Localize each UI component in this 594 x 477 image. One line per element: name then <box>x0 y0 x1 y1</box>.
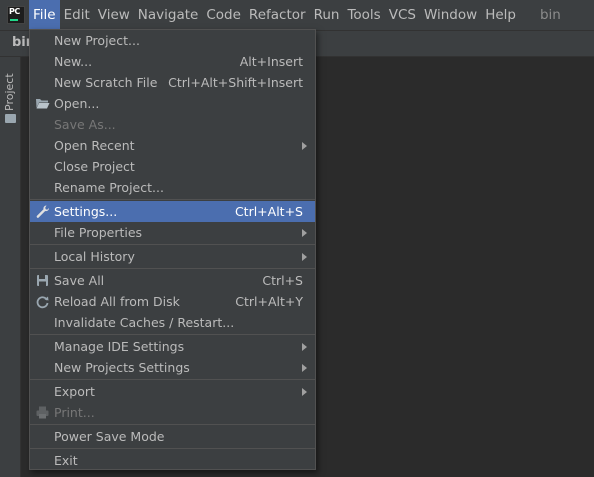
menu-item-open-recent[interactable]: Open Recent <box>30 135 315 156</box>
shortcut-label: Ctrl+Alt+Shift+Insert <box>168 75 303 90</box>
menu-item-manage-ide-settings[interactable]: Manage IDE Settings <box>30 336 315 357</box>
menu-code[interactable]: Code <box>202 0 245 30</box>
shortcut-label: Ctrl+Alt+Y <box>235 294 303 309</box>
submenu-arrow-icon <box>302 388 307 396</box>
submenu-arrow-icon <box>302 253 307 261</box>
menu-run[interactable]: Run <box>310 0 344 30</box>
submenu-arrow-icon <box>302 229 307 237</box>
menu-item-label: Open Recent <box>54 138 135 153</box>
tool-window-sidebar: Project <box>0 57 21 477</box>
menu-item-new-scratch-file[interactable]: New Scratch File Ctrl+Alt+Shift+Insert <box>30 72 315 93</box>
menu-item-label: Export <box>54 384 95 399</box>
menu-item-label: Invalidate Caches / Restart... <box>54 315 235 330</box>
menu-separator <box>30 448 315 449</box>
menu-item-label: New... <box>54 54 93 69</box>
menu-item-label: Power Save Mode <box>54 429 165 444</box>
menu-item-label: Close Project <box>54 159 135 174</box>
menu-refactor[interactable]: Refactor <box>245 0 310 30</box>
menu-item-save-as: Save As... <box>30 114 315 135</box>
menu-view[interactable]: View <box>94 0 134 30</box>
wrench-icon <box>36 205 50 218</box>
window-project-name: bin <box>539 7 561 23</box>
menu-item-rename-project[interactable]: Rename Project... <box>30 177 315 198</box>
menu-item-save-all[interactable]: Save All Ctrl+S <box>30 270 315 291</box>
menu-item-new-project[interactable]: New Project... <box>30 30 315 51</box>
menu-item-print: Print... <box>30 402 315 423</box>
menu-item-label: File Properties <box>54 225 143 240</box>
menu-navigate[interactable]: Navigate <box>134 0 203 30</box>
menu-item-label: Exit <box>54 453 78 468</box>
shortcut-label: Ctrl+S <box>262 273 303 288</box>
menu-item-reload-all[interactable]: Reload All from Disk Ctrl+Alt+Y <box>30 291 315 312</box>
menu-item-label: Open... <box>54 96 100 111</box>
menu-item-close-project[interactable]: Close Project <box>30 156 315 177</box>
menu-item-invalidate-caches[interactable]: Invalidate Caches / Restart... <box>30 312 315 333</box>
folder-icon <box>5 114 16 123</box>
menu-item-new[interactable]: New... Alt+Insert <box>30 51 315 72</box>
menu-item-local-history[interactable]: Local History <box>30 246 315 267</box>
menu-item-settings[interactable]: Settings... Ctrl+Alt+S <box>30 201 315 222</box>
submenu-arrow-icon <box>302 343 307 351</box>
menu-item-label: New Scratch File <box>54 75 158 90</box>
menu-window[interactable]: Window <box>420 0 481 30</box>
pycharm-logo-icon: PC <box>7 6 25 24</box>
menu-item-label: New Projects Settings <box>54 360 190 375</box>
menu-item-label: Local History <box>54 249 135 264</box>
project-tool-tab[interactable]: Project <box>0 63 21 123</box>
project-tab-label: Project <box>3 73 16 111</box>
menu-item-label: Reload All from Disk <box>54 294 180 309</box>
menu-item-file-properties[interactable]: File Properties <box>30 222 315 243</box>
menu-separator <box>30 379 315 380</box>
menu-help[interactable]: Help <box>481 0 520 30</box>
menu-item-new-projects-settings[interactable]: New Projects Settings <box>30 357 315 378</box>
submenu-arrow-icon <box>302 364 307 372</box>
menu-separator <box>30 199 315 200</box>
menu-separator <box>30 244 315 245</box>
save-disk-icon <box>37 275 48 286</box>
menu-item-label: Save As... <box>54 117 116 132</box>
menu-item-power-save-mode[interactable]: Power Save Mode <box>30 426 315 447</box>
menu-item-label: New Project... <box>54 33 140 48</box>
menu-bar: PC File Edit View Navigate Code Refactor… <box>0 0 594 30</box>
menu-tools[interactable]: Tools <box>343 0 384 30</box>
menu-separator <box>30 424 315 425</box>
refresh-icon <box>36 296 49 309</box>
menu-item-label: Print... <box>54 405 95 420</box>
menu-item-label: Settings... <box>54 204 118 219</box>
file-menu-dropdown: New Project... New... Alt+Insert New Scr… <box>29 29 316 470</box>
printer-icon <box>36 406 49 419</box>
menu-edit[interactable]: Edit <box>60 0 94 30</box>
menu-item-label: Rename Project... <box>54 180 164 195</box>
menu-item-exit[interactable]: Exit <box>30 450 315 471</box>
menu-item-export[interactable]: Export <box>30 381 315 402</box>
shortcut-label: Ctrl+Alt+S <box>234 204 303 219</box>
folder-open-icon <box>36 99 50 109</box>
shortcut-label: Alt+Insert <box>239 54 303 69</box>
menu-item-label: Save All <box>54 273 105 288</box>
menu-file[interactable]: File <box>29 0 60 30</box>
menu-separator <box>30 268 315 269</box>
menu-separator <box>30 334 315 335</box>
menu-item-label: Manage IDE Settings <box>54 339 185 354</box>
submenu-arrow-icon <box>302 142 307 150</box>
menu-item-open[interactable]: Open... <box>30 93 315 114</box>
menu-vcs[interactable]: VCS <box>385 0 420 30</box>
